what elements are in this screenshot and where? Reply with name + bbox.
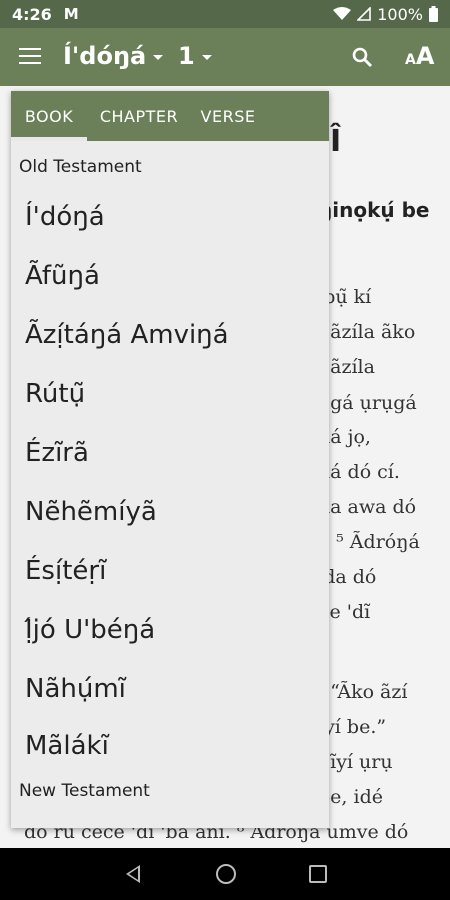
verse-line: ị ãzíla ãko xyxy=(318,321,416,343)
book-item[interactable]: Mãlákĩ xyxy=(25,731,109,761)
cell-signal-icon xyxy=(357,7,372,21)
home-icon[interactable] xyxy=(216,864,236,884)
wifi-icon xyxy=(333,7,352,20)
chapter-selector[interactable]: 1 xyxy=(178,42,212,70)
status-icons: 100% xyxy=(333,5,438,24)
book-item[interactable]: Nẽhẽmíyã xyxy=(25,497,157,527)
app-bar: Íꞌdóŋá 1 AA xyxy=(0,28,450,86)
chapter-selector-label: 1 xyxy=(178,42,195,70)
verse-line: ị gá ụrụgá xyxy=(318,392,417,414)
new-testament-header: New Testament xyxy=(19,781,150,801)
chevron-down-icon xyxy=(153,54,164,60)
system-nav-bar xyxy=(0,848,450,900)
book-item[interactable]: Ị́jó Uꞌbéŋá xyxy=(25,615,155,645)
chapter-heading: Î xyxy=(330,124,342,159)
tab-chapter[interactable]: CHAPTER xyxy=(87,91,191,141)
verse-line: dá dó cí. xyxy=(318,461,400,483)
verse-line: ĩ. ⁵ Ãdróŋá xyxy=(318,531,420,553)
book-item[interactable]: Ãzị́táŋá Amviŋá xyxy=(25,320,229,350)
book-item[interactable]: Ãfũŋá xyxy=(25,261,100,291)
book-selector[interactable]: Íꞌdóŋá xyxy=(63,42,164,70)
book-item[interactable]: Ésị́téṛĩ xyxy=(25,556,106,586)
status-bar: 4:26 M 100% xyxy=(0,0,450,28)
book-item[interactable]: Ézĩrã xyxy=(25,438,89,468)
book-selector-label: Íꞌdóŋá xyxy=(63,42,147,70)
status-time: 4:26 xyxy=(12,4,52,24)
book-item[interactable]: Íꞌdóŋá xyxy=(25,202,105,232)
picker-tabs: BOOK CHAPTER VERSE xyxy=(11,91,329,141)
section-heading: ŋinọkụ́ be xyxy=(318,198,430,222)
old-testament-header: Old Testament xyxy=(19,157,142,177)
book-item[interactable]: Rútụ̃ xyxy=(25,379,85,409)
verse-line: . “Ãko ãzí xyxy=(318,681,408,703)
menu-icon[interactable] xyxy=(19,48,41,66)
book-item[interactable]: Nãhụ́mĩ xyxy=(25,674,126,704)
battery-icon xyxy=(429,6,438,22)
verse-line: í ĩyí ụrụ xyxy=(318,751,393,773)
gmail-icon: M xyxy=(63,5,79,23)
search-icon[interactable] xyxy=(351,46,373,68)
book-picker-popup: BOOK CHAPTER VERSE Old Testament Íꞌdóŋá … xyxy=(11,91,329,828)
battery-percent: 100% xyxy=(377,4,423,24)
tab-verse[interactable]: VERSE xyxy=(191,91,265,141)
chevron-down-icon xyxy=(201,54,212,60)
tab-book[interactable]: BOOK xyxy=(11,91,87,141)
recent-apps-icon[interactable] xyxy=(309,865,327,883)
back-icon[interactable] xyxy=(126,865,140,883)
verse-line: íla awa dó xyxy=(318,496,417,518)
text-size-icon[interactable]: AA xyxy=(405,42,434,70)
